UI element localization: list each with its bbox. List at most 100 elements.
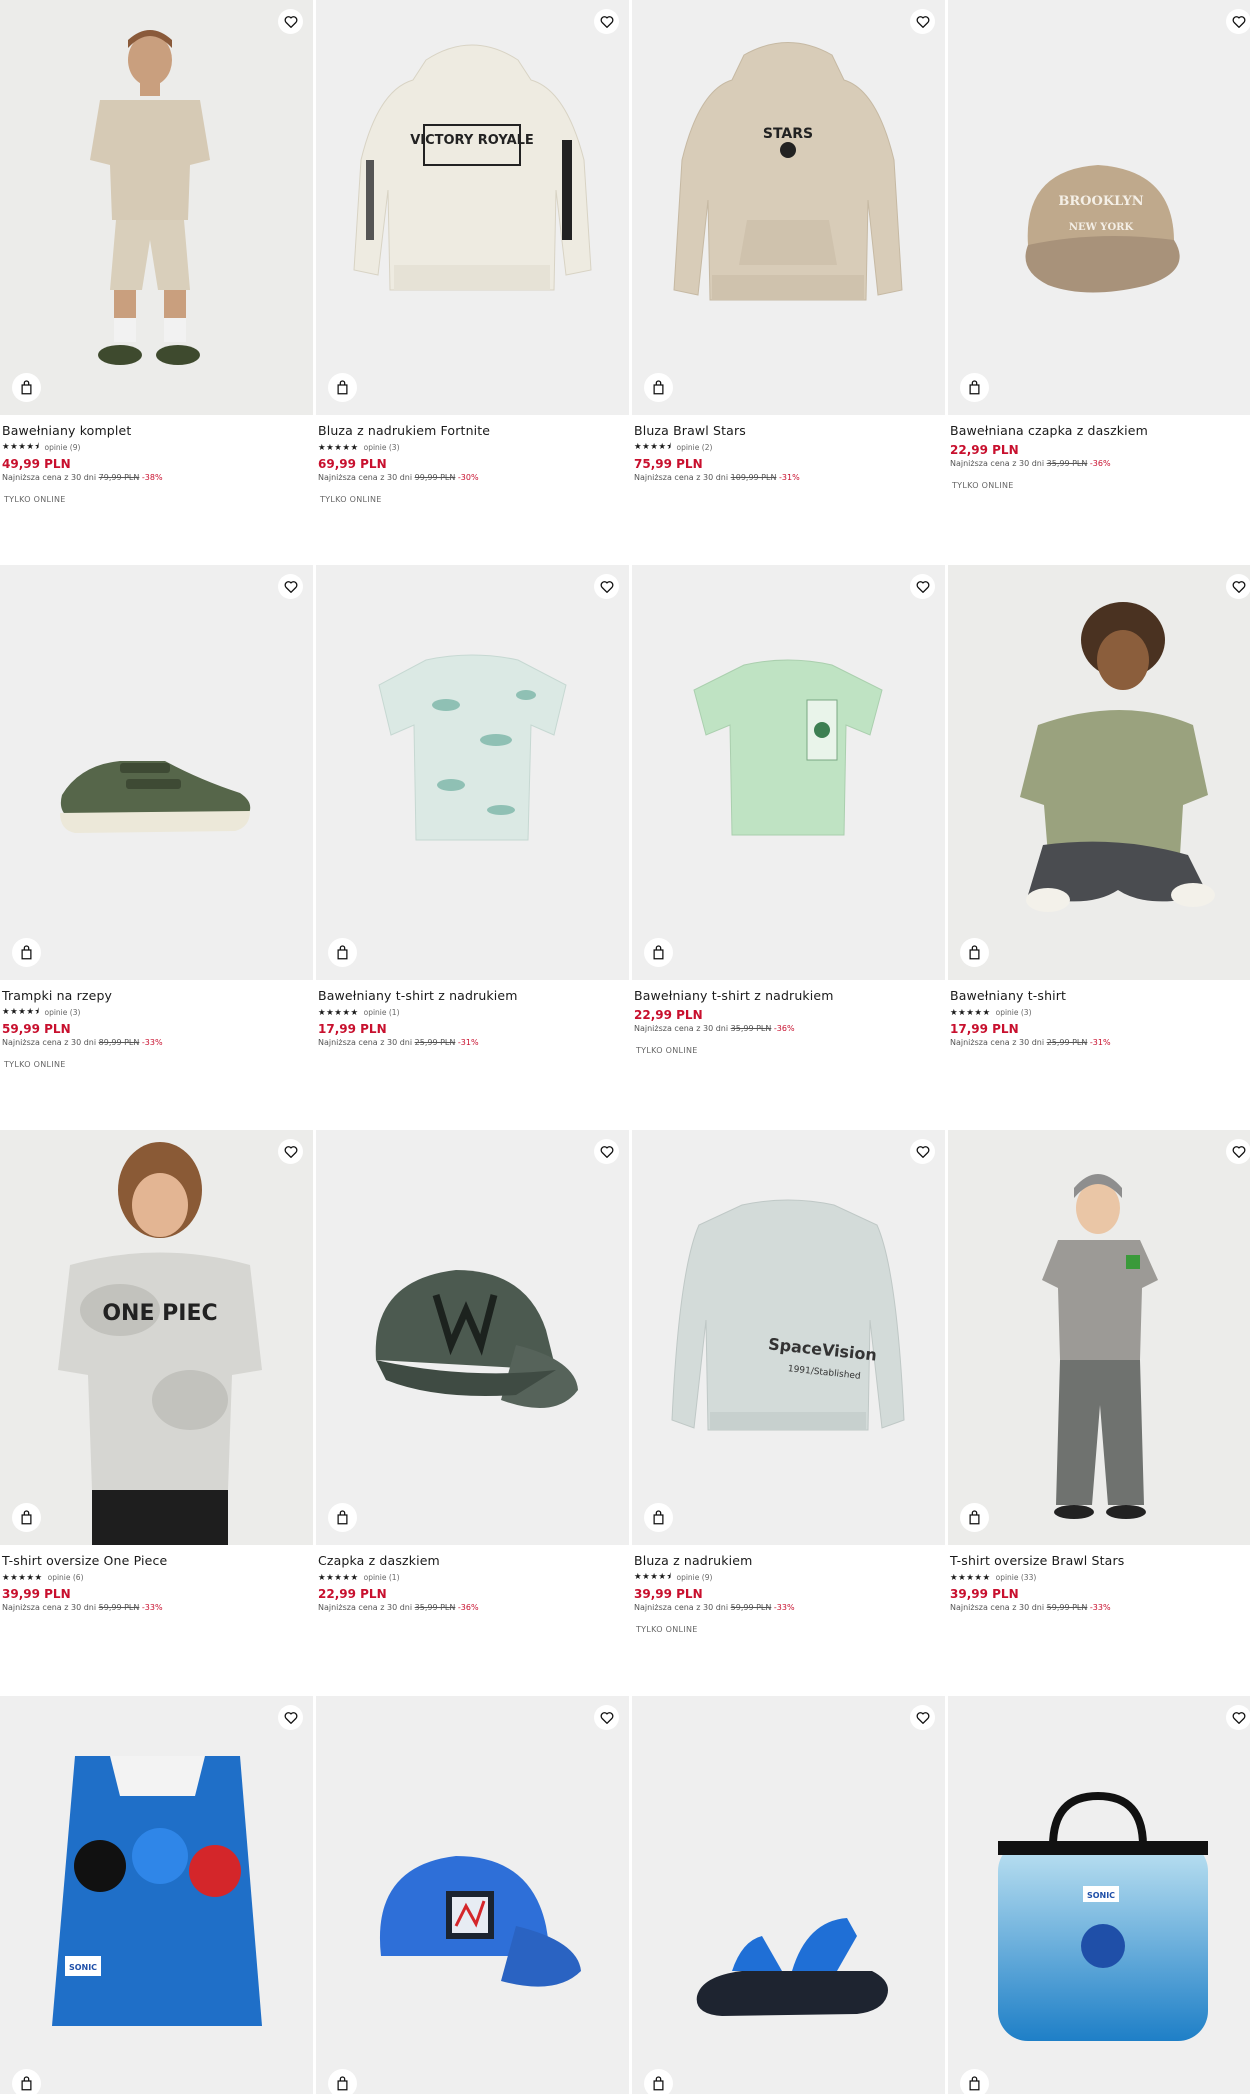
old-price: 59,99 PLN (1046, 1603, 1088, 1612)
product-card[interactable]: ONE PIEC T-shirt oversize One Piece ★★★★… (0, 1130, 313, 1695)
product-card[interactable]: VICTORY ROYALE Bluza z nadrukiem Fortnit… (316, 0, 629, 565)
review-count[interactable]: opinie (3) (45, 1008, 81, 1017)
product-name[interactable]: Czapka z daszkiem (318, 1553, 624, 1570)
product-name[interactable]: Bluza z nadrukiem (634, 1553, 940, 1570)
product-card[interactable]: Czapka z daszkiem ★★★★★ opinie (1) 22,99 … (316, 1130, 629, 1695)
review-count[interactable]: opinie (1) (364, 1573, 400, 1582)
product-image[interactable] (0, 565, 313, 980)
product-card[interactable]: Bawełniany t-shirt z nadrukiem 22,99 PLN… (632, 565, 945, 1130)
review-count[interactable]: opinie (9) (677, 1573, 713, 1582)
product-image[interactable] (948, 1130, 1250, 1545)
add-to-cart-button[interactable] (644, 1503, 673, 1532)
product-name[interactable]: Bawełniany t-shirt z nadrukiem (634, 988, 940, 1005)
product-image[interactable]: SONIC (948, 1696, 1250, 2094)
add-to-wishlist-button[interactable] (910, 1139, 935, 1164)
add-to-wishlist-button[interactable] (594, 1139, 619, 1164)
add-to-wishlist-button[interactable] (278, 1705, 303, 1730)
add-to-cart-button[interactable] (328, 2069, 357, 2094)
add-to-cart-button[interactable] (644, 2069, 673, 2094)
add-to-cart-button[interactable] (328, 373, 357, 402)
product-image[interactable]: SONIC (0, 1696, 313, 2094)
product-rating: ★★★★★ opinie (3) (950, 1006, 1250, 1019)
discount: -33% (141, 1038, 163, 1047)
product-card[interactable]: SpaceVision 1991/Stablished Bluza z nadr… (632, 1130, 945, 1695)
product-name[interactable]: Bluza Brawl Stars (634, 423, 940, 440)
product-image[interactable]: ONE PIEC (0, 1130, 313, 1545)
add-to-wishlist-button[interactable] (910, 1705, 935, 1730)
product-info: Bawełniany t-shirt ★★★★★ opinie (3) 17,99… (950, 988, 1250, 1060)
product-image[interactable]: SpaceVision 1991/Stablished (632, 1130, 945, 1545)
product-card[interactable]: Bawełniany komplet ★★★★⯨ opinie (9) 49,99… (0, 0, 313, 565)
review-count[interactable]: opinie (1) (364, 1008, 400, 1017)
product-image[interactable]: STARS (632, 0, 945, 415)
product-image[interactable] (316, 1696, 629, 2094)
product-card[interactable]: Bawełniany t-shirt z nadrukiem ★★★★★ opin… (316, 565, 629, 1130)
product-image[interactable]: VICTORY ROYALE (316, 0, 629, 415)
product-image[interactable] (632, 565, 945, 980)
product-name[interactable]: T-shirt oversize One Piece (2, 1553, 308, 1570)
product-card[interactable]: Trampki na rzepy ★★★★⯨ opinie (3) 59,99 P… (0, 565, 313, 1130)
add-to-wishlist-button[interactable] (1226, 1705, 1250, 1730)
add-to-wishlist-button[interactable] (278, 9, 303, 34)
product-photo-brooklyn-cap: BROOKLYN NEW YORK (948, 0, 1250, 415)
add-to-wishlist-button[interactable] (1226, 9, 1250, 34)
add-to-wishlist-button[interactable] (278, 1139, 303, 1164)
product-name[interactable]: T-shirt oversize Brawl Stars (950, 1553, 1250, 1570)
add-to-wishlist-button[interactable] (910, 574, 935, 599)
product-image[interactable] (632, 1696, 945, 2094)
heart-icon (1232, 16, 1245, 28)
review-count[interactable]: opinie (33) (996, 1573, 1037, 1582)
product-card[interactable]: SONIC (0, 1696, 313, 2094)
product-card[interactable]: Bawełniany t-shirt ★★★★★ opinie (3) 17,99… (948, 565, 1250, 1130)
add-to-cart-button[interactable] (644, 938, 673, 967)
add-to-cart-button[interactable] (328, 938, 357, 967)
heart-icon (284, 581, 297, 593)
product-image[interactable] (316, 1130, 629, 1545)
add-to-cart-button[interactable] (12, 2069, 41, 2094)
online-only-badge: TYLKO ONLINE (636, 1625, 698, 1634)
add-to-wishlist-button[interactable] (594, 1705, 619, 1730)
product-photo-boy-set (0, 0, 313, 415)
review-count[interactable]: opinie (2) (677, 443, 713, 452)
review-count[interactable]: opinie (3) (996, 1008, 1032, 1017)
product-card[interactable]: STARS Bluza Brawl Stars ★★★★⯨ opinie (2) … (632, 0, 945, 565)
print-text: SONIC (1087, 1891, 1115, 1900)
add-to-wishlist-button[interactable] (594, 574, 619, 599)
add-to-wishlist-button[interactable] (1226, 1139, 1250, 1164)
add-to-cart-button[interactable] (960, 373, 989, 402)
add-to-wishlist-button[interactable] (278, 574, 303, 599)
product-image[interactable] (0, 0, 313, 415)
product-image[interactable] (316, 565, 629, 980)
lowest-price-info: Najniższa cena z 30 dni 25,99 PLN -31% (950, 1038, 1250, 1050)
review-count[interactable]: opinie (9) (45, 443, 81, 452)
review-count[interactable]: opinie (3) (364, 443, 400, 452)
add-to-cart-button[interactable] (644, 373, 673, 402)
product-card[interactable] (316, 1696, 629, 2094)
product-name[interactable]: Bawełniany t-shirt z nadrukiem (318, 988, 624, 1005)
product-card[interactable]: SONIC (948, 1696, 1250, 2094)
add-to-cart-button[interactable] (960, 938, 989, 967)
product-image[interactable]: BROOKLYN NEW YORK (948, 0, 1250, 415)
product-card[interactable]: T-shirt oversize Brawl Stars ★★★★★ opinie… (948, 1130, 1250, 1695)
product-name[interactable]: Trampki na rzepy (2, 988, 308, 1005)
product-image[interactable] (948, 565, 1250, 980)
product-name[interactable]: Bluza z nadrukiem Fortnite (318, 423, 624, 440)
add-to-wishlist-button[interactable] (594, 9, 619, 34)
product-card[interactable]: BROOKLYN NEW YORK Bawełniana czapka z da… (948, 0, 1250, 565)
add-to-cart-button[interactable] (960, 2069, 989, 2094)
product-card[interactable] (632, 1696, 945, 2094)
add-to-cart-button[interactable] (12, 938, 41, 967)
add-to-wishlist-button[interactable] (1226, 574, 1250, 599)
heart-icon (600, 1712, 613, 1724)
product-photo-washed-cap (316, 1130, 629, 1545)
add-to-cart-button[interactable] (328, 1503, 357, 1532)
shopping-bag-icon (21, 1510, 32, 1525)
product-name[interactable]: Bawełniany komplet (2, 423, 308, 440)
add-to-wishlist-button[interactable] (910, 9, 935, 34)
product-name[interactable]: Bawełniana czapka z daszkiem (950, 423, 1250, 440)
add-to-cart-button[interactable] (960, 1503, 989, 1532)
add-to-cart-button[interactable] (12, 1503, 41, 1532)
add-to-cart-button[interactable] (12, 373, 41, 402)
review-count[interactable]: opinie (6) (48, 1573, 84, 1582)
product-name[interactable]: Bawełniany t-shirt (950, 988, 1250, 1005)
